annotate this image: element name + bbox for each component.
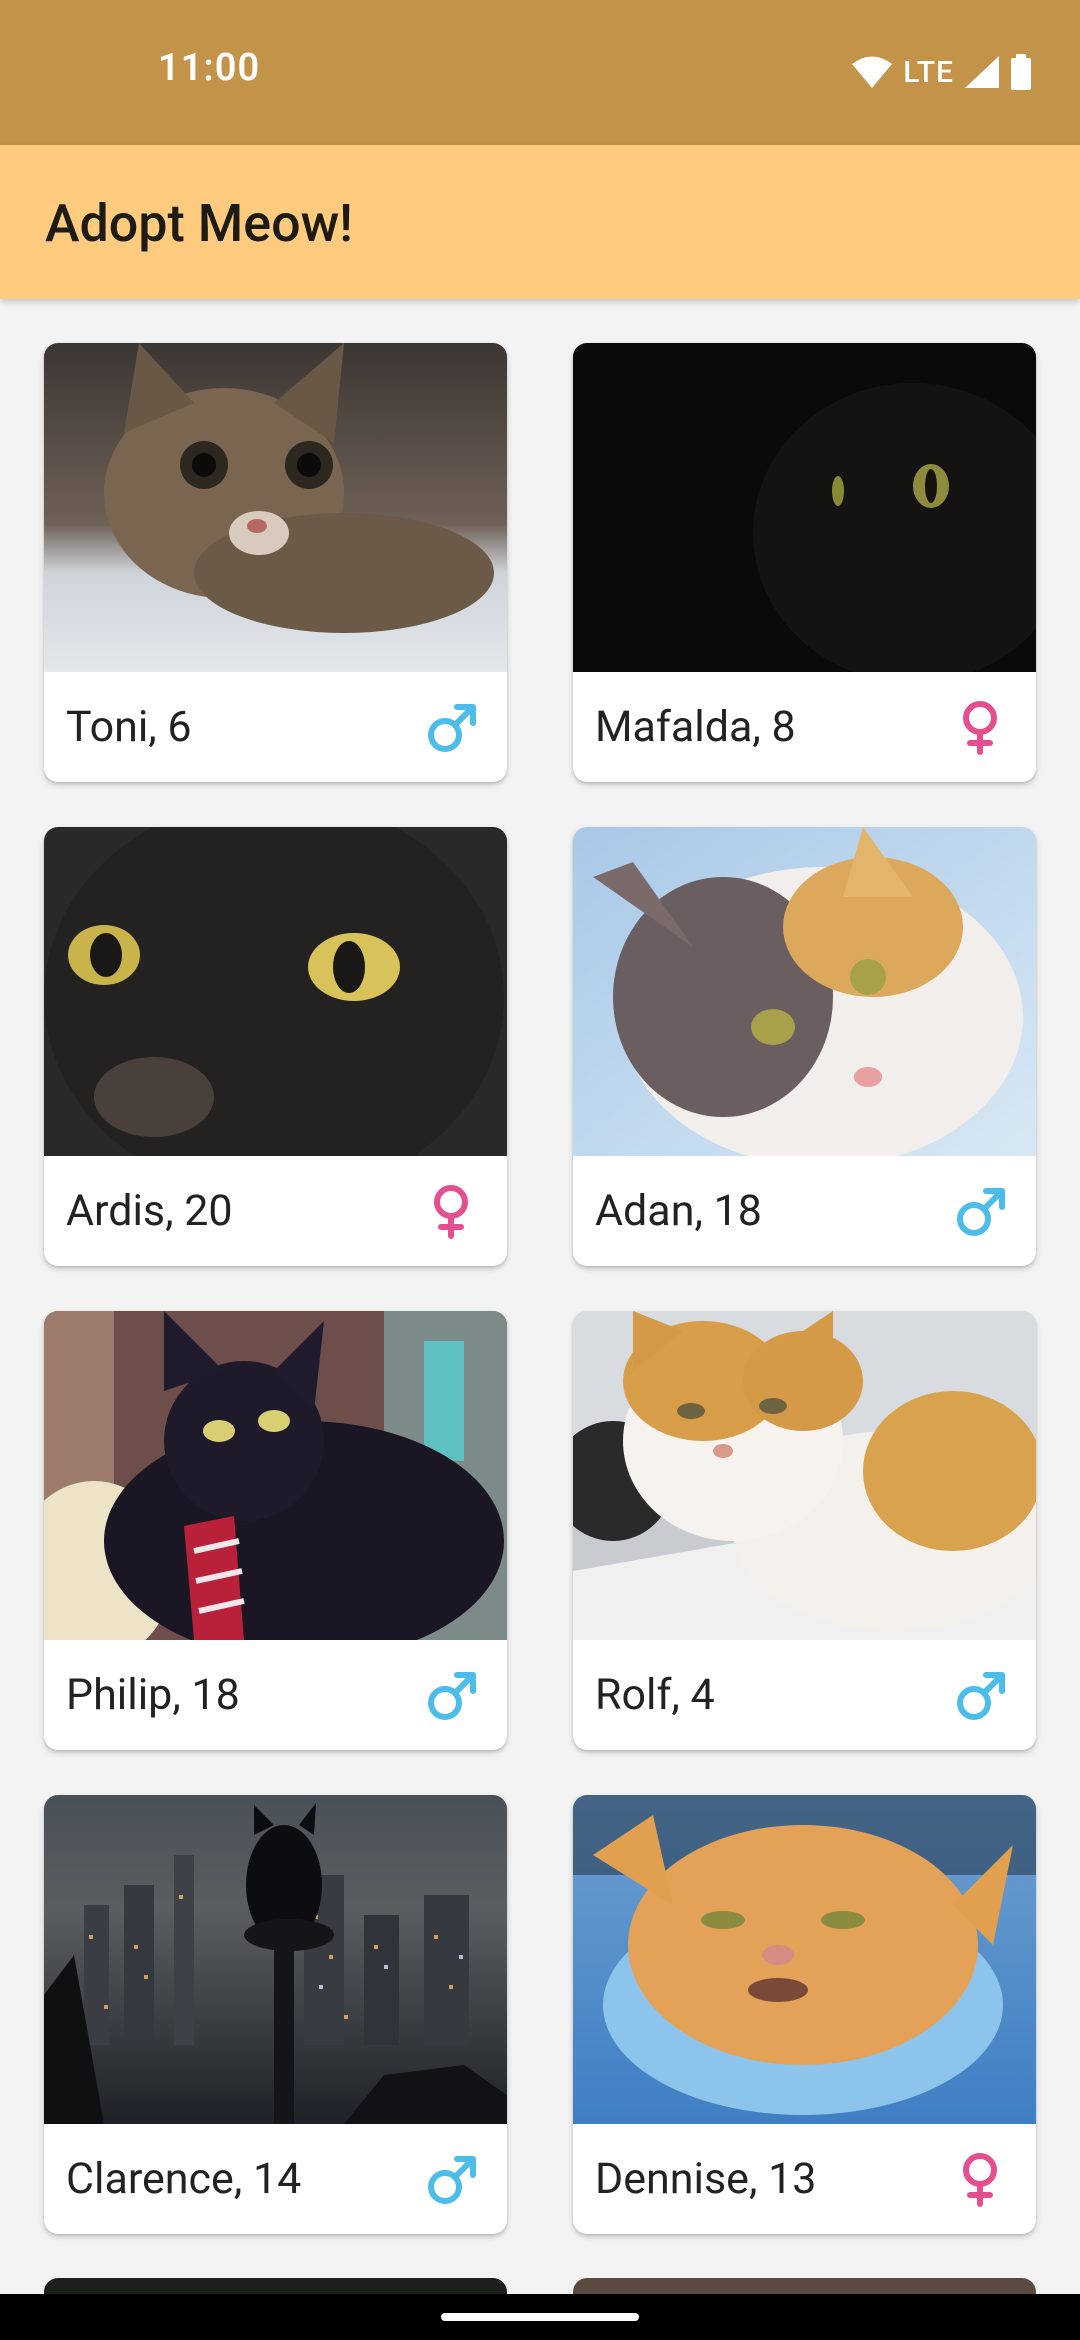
male-icon bbox=[428, 2156, 476, 2204]
cat-name-age: Mafalda, 8 bbox=[595, 702, 796, 752]
female-icon bbox=[963, 2153, 997, 2207]
card-footer: Adan, 18 bbox=[573, 1156, 1036, 1266]
network-type: LTE bbox=[903, 54, 954, 90]
wifi-icon bbox=[852, 56, 893, 88]
cat-card[interactable]: Dennise, 13 bbox=[573, 1795, 1036, 2234]
card-footer: Dennise, 13 bbox=[573, 2124, 1036, 2234]
status-icons: LTE bbox=[851, 54, 1032, 90]
card-footer: Philip, 18 bbox=[44, 1640, 507, 1750]
cat-card[interactable]: Adan, 18 bbox=[573, 827, 1036, 1266]
app-bar: Adopt Meow! bbox=[0, 145, 1080, 299]
cat-photo bbox=[44, 343, 507, 672]
cat-photo bbox=[44, 1795, 507, 2124]
male-icon bbox=[957, 1672, 1005, 1720]
female-icon bbox=[434, 1185, 468, 1239]
cat-card[interactable]: Mafalda, 8 bbox=[573, 343, 1036, 782]
male-icon bbox=[428, 704, 476, 752]
cat-card[interactable]: Philip, 18 bbox=[44, 1311, 507, 1750]
status-bar: 11:00 LTE bbox=[0, 0, 1080, 145]
status-time: 11:00 bbox=[158, 46, 261, 90]
battery-icon bbox=[1011, 54, 1031, 90]
card-footer: Ardis, 20 bbox=[44, 1156, 507, 1266]
cat-name-age: Clarence, 14 bbox=[66, 2154, 302, 2204]
cat-photo bbox=[573, 1795, 1036, 2124]
card-footer: Toni, 6 bbox=[44, 672, 507, 782]
card-footer: Clarence, 14 bbox=[44, 2124, 507, 2234]
cat-photo bbox=[573, 827, 1036, 1156]
cat-card[interactable]: Ardis, 20 bbox=[44, 827, 507, 1266]
cat-photo bbox=[573, 1311, 1036, 1640]
home-gesture-handle[interactable] bbox=[441, 2313, 639, 2321]
cat-name-age: Toni, 6 bbox=[66, 702, 192, 752]
male-icon bbox=[428, 1672, 476, 1720]
cat-card[interactable]: Toni, 6 bbox=[44, 343, 507, 782]
app-title: Adopt Meow! bbox=[45, 193, 353, 254]
cat-name-age: Adan, 18 bbox=[595, 1186, 762, 1236]
cat-name-age: Dennise, 13 bbox=[595, 2154, 817, 2204]
cat-photo bbox=[44, 827, 507, 1156]
cat-card[interactable]: Rolf, 4 bbox=[573, 1311, 1036, 1750]
card-footer: Rolf, 4 bbox=[573, 1640, 1036, 1750]
card-footer: Mafalda, 8 bbox=[573, 672, 1036, 782]
male-icon bbox=[957, 1188, 1005, 1236]
navigation-bar bbox=[0, 2294, 1080, 2340]
cat-photo bbox=[44, 1311, 507, 1640]
signal-icon bbox=[965, 56, 999, 88]
cat-card[interactable]: Clarence, 14 bbox=[44, 1795, 507, 2234]
cat-name-age: Philip, 18 bbox=[66, 1670, 240, 1720]
cat-name-age: Rolf, 4 bbox=[595, 1670, 715, 1720]
cat-grid: Toni, 6 Mafalda, 8 Ardis, 20 Adan, 18 Ph… bbox=[44, 343, 1036, 2234]
cat-name-age: Ardis, 20 bbox=[66, 1186, 233, 1236]
female-icon bbox=[963, 701, 997, 755]
cat-photo bbox=[573, 343, 1036, 672]
